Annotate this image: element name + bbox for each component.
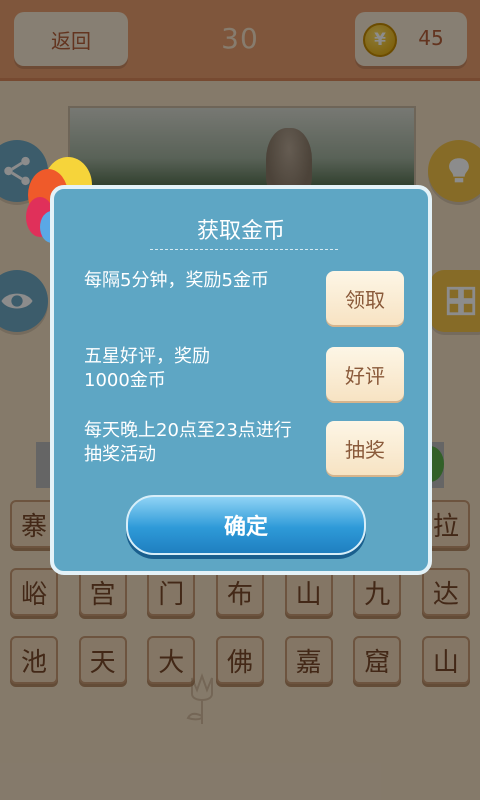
get-coins-dialog: 获取金币 每隔5分钟，奖励5金币 领取 五星好评，奖励1000金币 好评 每天晚…	[50, 185, 432, 575]
claim-button[interactable]: 领取	[326, 271, 404, 325]
lottery-button[interactable]: 抽奖	[326, 421, 404, 475]
reward-row-timer: 每隔5分钟，奖励5金币 领取	[84, 269, 414, 327]
confirm-button[interactable]: 确定	[126, 495, 366, 555]
reward-description: 每隔5分钟，奖励5金币	[84, 270, 269, 291]
review-button[interactable]: 好评	[326, 347, 404, 401]
reward-row-lottery: 每天晚上20点至23点进行抽奖活动 抽奖	[84, 419, 414, 477]
dialog-title: 获取金币	[196, 219, 285, 244]
reward-row-review: 五星好评，奖励1000金币 好评	[84, 345, 414, 403]
reward-description: 每天晚上20点至23点进行抽奖活动	[84, 420, 292, 465]
reward-description: 五星好评，奖励1000金币	[84, 346, 210, 391]
dialog-divider	[150, 249, 338, 250]
